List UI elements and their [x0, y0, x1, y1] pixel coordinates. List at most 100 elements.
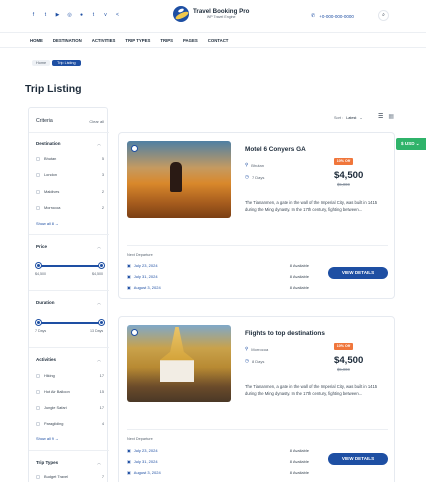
calendar-icon: ▣ — [127, 470, 131, 475]
duration-slider-track[interactable] — [39, 322, 103, 324]
nav-item-activities[interactable]: ACTIVITIES — [92, 38, 116, 43]
trip-title[interactable]: Motel 6 Conyers GA — [245, 146, 306, 153]
price-min-label: $4,500 — [35, 272, 46, 276]
activities-title[interactable]: Activities — [36, 357, 56, 362]
youtube-icon[interactable]: ▶ — [54, 12, 61, 19]
vk-icon[interactable]: v — [102, 12, 109, 19]
filter-option[interactable]: Bhutan 5 — [36, 156, 104, 163]
instagram-icon[interactable]: ◎ — [66, 12, 73, 19]
page-title: Trip Listing — [25, 83, 82, 95]
share-icon[interactable]: < — [114, 12, 121, 19]
filter-option[interactable]: Budget Travel 7 — [36, 474, 104, 481]
sort-label: Sort : — [334, 115, 344, 120]
nav-item-trip-types[interactable]: TRIP TYPES — [125, 38, 150, 43]
checkbox[interactable] — [36, 422, 40, 426]
trip-image[interactable] — [127, 141, 231, 218]
breadcrumb-current: Trip Listing — [52, 60, 81, 66]
show-all-activities[interactable]: Show all 9 → — [36, 436, 59, 441]
calendar-icon: ▣ — [127, 263, 131, 268]
checkbox[interactable] — [36, 190, 40, 194]
top-header: f t ▶ ◎ ● t v < Travel Booking Pro WP Tr… — [0, 0, 426, 33]
checkbox[interactable] — [36, 206, 40, 210]
phone-link[interactable]: ✆ +0-000-000-0000 — [311, 13, 354, 19]
tumblr-icon[interactable]: t — [90, 12, 97, 19]
featured-badge-icon — [131, 145, 138, 152]
filter-option[interactable]: Paragliding 4 — [36, 421, 104, 428]
divider — [29, 450, 109, 451]
chevron-up-icon[interactable]: ︿ — [97, 244, 101, 250]
featured-badge-icon — [131, 329, 138, 336]
nav-item-contact[interactable]: CONTACT — [208, 38, 229, 43]
nav-item-trips[interactable]: TRIPS — [160, 38, 173, 43]
trip-description: The Tiananmen, a gate in the wall of the… — [245, 200, 378, 213]
price-slider-track[interactable] — [39, 265, 103, 267]
price-min-handle[interactable] — [36, 263, 41, 268]
checkbox[interactable] — [36, 475, 40, 479]
grid-view-icon[interactable]: ▦ — [388, 114, 394, 120]
trip-image[interactable] — [127, 325, 231, 402]
clear-all-button[interactable]: Clear all — [89, 119, 104, 124]
nav-item-pages[interactable]: PAGES — [183, 38, 198, 43]
nav-item-home[interactable]: HOME — [30, 38, 43, 43]
show-all-destinations[interactable]: Show all 8 → — [36, 221, 59, 226]
filter-option[interactable]: Maldives 2 — [36, 189, 104, 196]
price-title[interactable]: Price — [36, 244, 47, 249]
facebook-icon[interactable]: f — [30, 12, 37, 19]
flickr-icon[interactable]: ● — [78, 12, 85, 19]
filter-option[interactable]: Jungle Safari 17 — [36, 405, 104, 412]
checkbox[interactable] — [36, 374, 40, 378]
chevron-up-icon[interactable]: ︿ — [97, 460, 101, 466]
logo-title: Travel Booking Pro — [193, 8, 250, 15]
trip-title[interactable]: Flights to top destinations — [245, 330, 325, 337]
chevron-up-icon[interactable]: ︿ — [97, 141, 101, 147]
destination-title[interactable]: Destination — [36, 141, 61, 146]
sort-control[interactable]: Sort : Latest ⌄ — [334, 115, 363, 121]
trip-types-title[interactable]: Trip Types — [36, 460, 58, 465]
duration-min-label: 7 Days — [35, 329, 47, 333]
divider — [127, 245, 388, 246]
search-icon: ⌕ — [382, 12, 385, 18]
breadcrumb-home[interactable]: Home — [32, 60, 51, 66]
chevron-down-icon: ⌄ — [359, 116, 363, 120]
breadcrumb: Home Trip Listing — [32, 60, 81, 66]
checkbox[interactable] — [36, 157, 40, 161]
view-details-button[interactable]: VIEW DETAILS — [328, 267, 388, 279]
currency-switcher[interactable]: $ USD ⌄ — [396, 138, 426, 150]
duration-title[interactable]: Duration — [36, 300, 55, 305]
filter-option[interactable]: Hiking 17 — [36, 373, 104, 380]
trip-card: Flights to top destinations ⚲ Morrocoa ◷ 8… — [118, 316, 395, 482]
checkbox[interactable] — [36, 173, 40, 177]
duration-max-label: 13 Days — [90, 329, 104, 333]
view-details-button[interactable]: VIEW DETAILS — [328, 453, 388, 465]
filter-option[interactable]: London 3 — [36, 172, 104, 179]
trip-location: ⚲ Morrocoa — [245, 346, 269, 352]
duration-max-handle[interactable] — [99, 320, 104, 325]
view-toggle: ☰ ▦ — [378, 114, 394, 120]
calendar-icon: ▣ — [127, 285, 131, 290]
site-logo[interactable]: Travel Booking Pro WP Travel Engine — [173, 6, 249, 22]
divider — [29, 132, 109, 133]
trip-price: $4,500 — [334, 355, 364, 366]
twitter-icon[interactable]: t — [42, 12, 49, 19]
chevron-up-icon[interactable]: ︿ — [97, 357, 101, 363]
divider — [29, 234, 109, 235]
sort-select[interactable]: Latest — [346, 116, 356, 120]
price-max-handle[interactable] — [99, 263, 104, 268]
checkbox[interactable] — [36, 390, 40, 394]
chevron-up-icon[interactable]: ︿ — [97, 300, 101, 306]
checkbox[interactable] — [36, 406, 40, 410]
departure-row: ▣ July 23, 2024 8 Available — [127, 263, 309, 268]
clock-icon: ◷ — [245, 358, 249, 363]
nav-item-destination[interactable]: DESTINATION — [53, 38, 82, 43]
filter-option[interactable]: Hot Air Balloon 15 — [36, 389, 104, 396]
divider — [29, 290, 109, 291]
departure-row: ▣ August 3, 2024 8 Available — [127, 285, 309, 290]
duration-min-handle[interactable] — [36, 320, 41, 325]
discount-badge: 10% Off — [334, 343, 353, 350]
next-departure-label: Next Departure — [127, 253, 153, 257]
search-button[interactable]: ⌕ — [378, 10, 389, 21]
list-view-icon[interactable]: ☰ — [378, 114, 383, 120]
trip-location: ⚲ Bhutan — [245, 162, 264, 168]
trip-price: $4,500 — [334, 170, 364, 181]
filter-option[interactable]: Morrocoa 2 — [36, 205, 104, 212]
